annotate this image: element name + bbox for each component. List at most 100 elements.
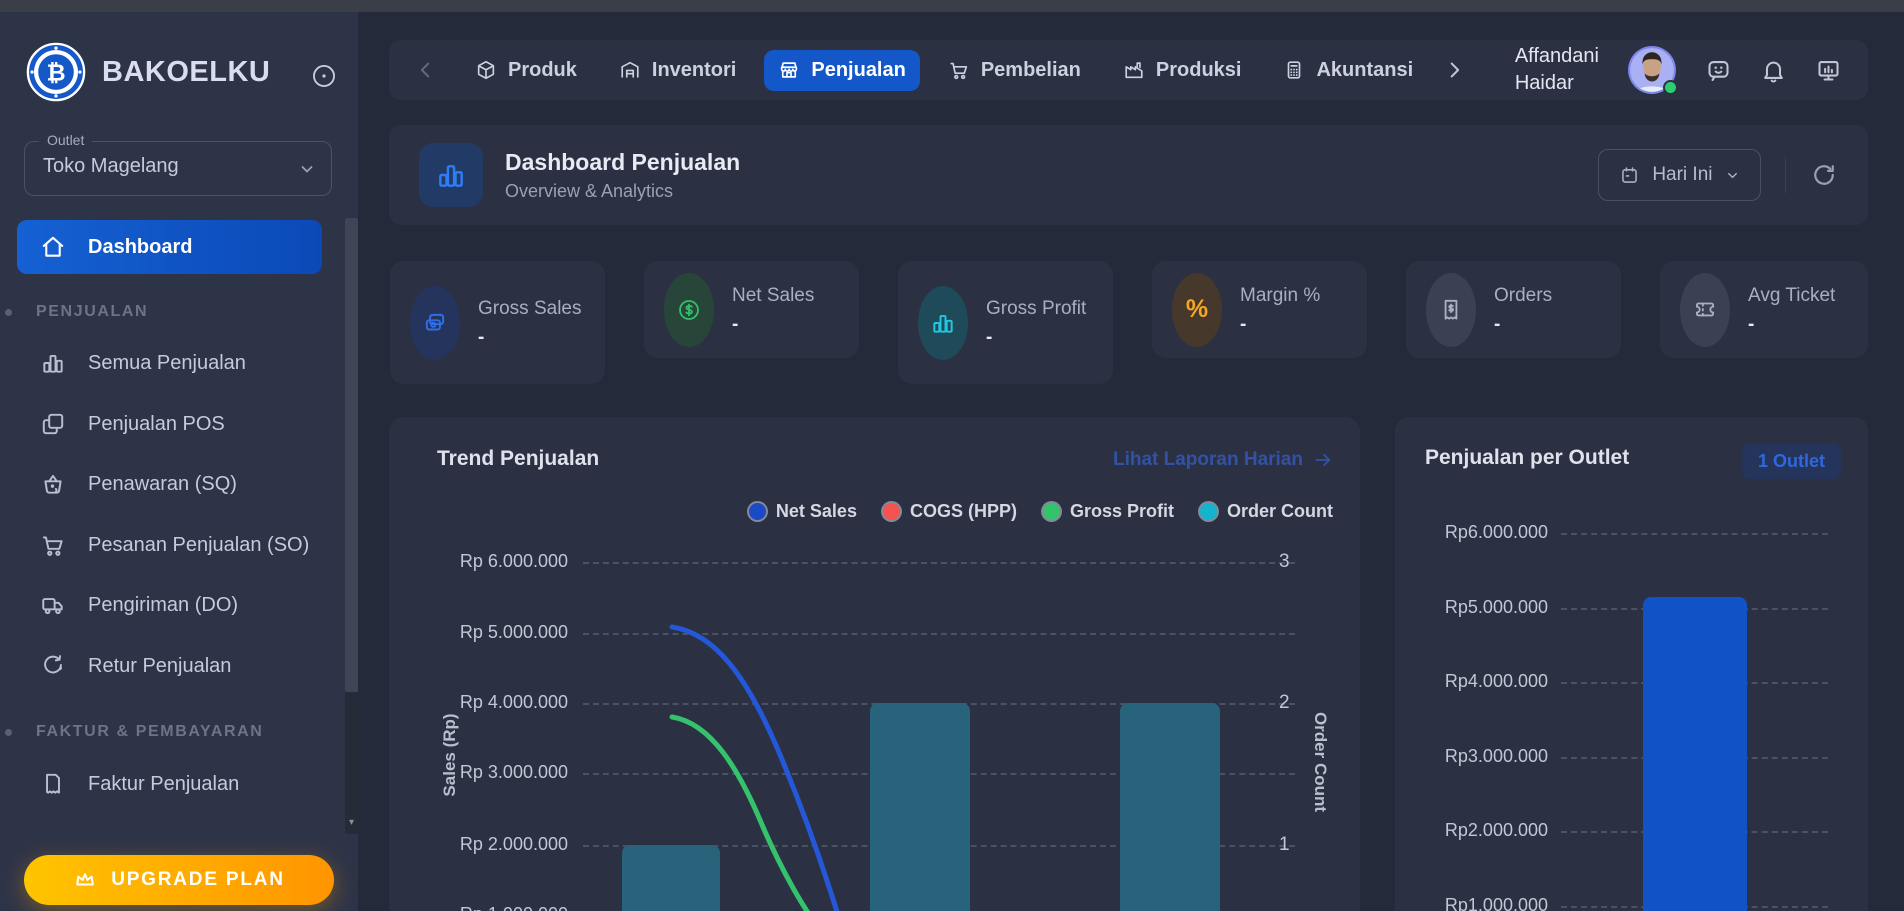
right-axis-tick: 3 bbox=[1279, 551, 1290, 572]
legend-dot bbox=[1200, 503, 1217, 520]
sidebar-item-pengiriman-do[interactable]: Pengiriman (DO) bbox=[17, 583, 322, 627]
kpi-text: Orders - bbox=[1494, 283, 1552, 337]
penjualan-per-outlet-card: Penjualan per Outlet 1 Outlet Rp6.000.00… bbox=[1395, 417, 1868, 911]
chevron-left-icon[interactable] bbox=[415, 59, 437, 81]
bar-chart-icon bbox=[43, 354, 63, 373]
y-tick: Rp 1.000.000 bbox=[408, 904, 568, 911]
chevron-down-icon bbox=[301, 165, 313, 173]
sidebar-scroll-down-button[interactable]: ▾ bbox=[345, 810, 358, 834]
kpi-title: Gross Profit bbox=[986, 297, 1087, 319]
sidebar-item-label: Dashboard bbox=[88, 235, 193, 258]
y-tick: Rp2.000.000 bbox=[1444, 820, 1548, 840]
legend-item-gross-profit[interactable]: Gross Profit bbox=[1042, 501, 1174, 522]
order-count-bar-1[interactable] bbox=[622, 845, 720, 911]
refresh-icon[interactable] bbox=[1810, 161, 1838, 189]
legend-dot bbox=[882, 503, 900, 520]
sidebar-scrollbar-thumb[interactable] bbox=[345, 218, 358, 692]
order-count-bar-3[interactable] bbox=[1120, 703, 1220, 911]
y-tick: Rp3.000.000 bbox=[1444, 746, 1548, 766]
copy-pages-icon bbox=[42, 413, 64, 435]
sidebar-item-label: Pengiriman (DO) bbox=[88, 593, 239, 616]
circle-dot-icon[interactable] bbox=[310, 62, 338, 90]
order-count-bar-2[interactable] bbox=[870, 703, 970, 911]
outlet-sales-bar[interactable] bbox=[1643, 597, 1747, 911]
sidebar-section-penjualan: PENJUALAN bbox=[5, 303, 148, 321]
kpi-card-gross-profit[interactable]: Gross Profit - bbox=[898, 261, 1113, 384]
gridline bbox=[1561, 533, 1828, 535]
cube-icon bbox=[477, 60, 495, 80]
legend-dot bbox=[1042, 503, 1060, 520]
calendar-icon bbox=[1622, 166, 1638, 183]
kpi-card-gross-sales[interactable]: Gross Sales - bbox=[390, 261, 605, 384]
sidebar-item-penawaran-sq[interactable]: Penawaran (SQ) bbox=[17, 462, 322, 506]
tab-akuntansi[interactable]: Akuntansi bbox=[1269, 50, 1427, 91]
kpi-value: - bbox=[478, 327, 485, 349]
monitor-stats-icon[interactable] bbox=[1815, 57, 1842, 84]
sidebar-item-label: Penawaran (SQ) bbox=[88, 472, 237, 495]
bakoelku-logo-icon: ₿ bbox=[26, 42, 86, 102]
chart-legend: Net Sales COGS (HPP) Gross Profit Order … bbox=[748, 501, 1333, 522]
tab-inventori[interactable]: Inventori bbox=[605, 50, 750, 91]
right-axis-tick: 2 bbox=[1279, 692, 1290, 713]
sidebar-item-retur-penjualan[interactable]: Retur Penjualan bbox=[17, 644, 322, 688]
sidebar-item-faktur-penjualan[interactable]: Faktur Penjualan bbox=[17, 762, 322, 806]
tab-penjualan[interactable]: Penjualan bbox=[764, 49, 920, 91]
upgrade-plan-label: UPGRADE PLAN bbox=[111, 869, 285, 890]
chat-feedback-icon[interactable] bbox=[1705, 57, 1732, 84]
sidebar-item-dashboard[interactable]: Dashboard bbox=[17, 220, 322, 274]
legend-item-cogs[interactable]: COGS (HPP) bbox=[882, 501, 1017, 522]
date-filter-button[interactable]: Hari Ini bbox=[1598, 149, 1761, 201]
legend-item-net-sales[interactable]: Net Sales bbox=[748, 501, 857, 522]
tab-produksi[interactable]: Produksi bbox=[1109, 50, 1256, 91]
chart-title: Trend Penjualan bbox=[437, 447, 600, 470]
factory-icon bbox=[1125, 62, 1143, 79]
store-icon bbox=[781, 62, 798, 78]
sidebar-item-penjualan-pos[interactable]: Penjualan POS bbox=[17, 402, 322, 446]
page-header-icon-tile bbox=[419, 143, 483, 207]
truck-icon bbox=[42, 598, 63, 615]
chevron-right-icon[interactable] bbox=[1443, 59, 1465, 81]
avatar[interactable] bbox=[1627, 45, 1678, 95]
kpi-card-net-sales[interactable]: Net Sales - bbox=[644, 261, 859, 358]
user-name: Affandani Haidar bbox=[1514, 45, 1599, 94]
upgrade-plan-button[interactable]: UPGRADE PLAN bbox=[24, 855, 334, 905]
sidebar: ₿ BAKOELKU Outlet Toko Magelang Dashboar… bbox=[0, 12, 358, 911]
tab-pembelian[interactable]: Pembelian bbox=[934, 50, 1095, 91]
bar-chart-icon bbox=[439, 165, 463, 187]
sidebar-item-pesanan-penjualan-so[interactable]: Pesanan Penjualan (SO) bbox=[17, 523, 322, 567]
arrow-right-icon bbox=[1315, 454, 1331, 466]
page-title: Dashboard Penjualan bbox=[505, 148, 741, 175]
sidebar-item-semua-penjualan[interactable]: Semua Penjualan bbox=[17, 341, 322, 385]
brand-row: ₿ BAKOELKU bbox=[26, 42, 270, 102]
bell-icon[interactable] bbox=[1760, 57, 1787, 84]
outlet-value: Toko Magelang bbox=[43, 155, 179, 177]
calculator-icon bbox=[1288, 61, 1301, 79]
invoice-icon bbox=[46, 773, 60, 794]
percent-icon: % bbox=[1172, 272, 1222, 347]
kpi-title: Avg Ticket bbox=[1748, 284, 1836, 306]
legend-item-order-count[interactable]: Order Count bbox=[1200, 501, 1333, 522]
kpi-card-orders[interactable]: Orders - bbox=[1406, 261, 1621, 358]
lihat-laporan-harian-link[interactable]: Lihat Laporan Harian bbox=[1113, 449, 1333, 471]
crown-icon bbox=[76, 873, 94, 886]
user-area: Affandani Haidar bbox=[1515, 43, 1842, 97]
tab-produk[interactable]: Produk bbox=[461, 50, 591, 91]
kpi-card-margin[interactable]: % Margin % - bbox=[1152, 261, 1367, 358]
top-navigation-bar: Produk Inventori Penjualan Pembelian Pro… bbox=[389, 40, 1868, 100]
sidebar-item-label: Faktur Penjualan bbox=[88, 772, 240, 795]
ticket-icon bbox=[1680, 272, 1730, 347]
sidebar-item-label: Retur Penjualan bbox=[88, 654, 232, 677]
page-header-text: Dashboard Penjualan Overview & Analytics bbox=[505, 149, 740, 202]
kpi-text: Net Sales - bbox=[732, 283, 814, 337]
basket-icon bbox=[44, 474, 62, 494]
kpi-card-avg-ticket[interactable]: Avg Ticket - bbox=[1660, 261, 1868, 358]
receipt-icon bbox=[1426, 272, 1476, 347]
sidebar-item-label: Penjualan POS bbox=[88, 412, 225, 435]
kpi-value: - bbox=[1240, 314, 1247, 336]
window-top-strip bbox=[0, 0, 1904, 12]
outlet-selector[interactable]: Outlet Toko Magelang bbox=[24, 132, 332, 196]
kpi-value: - bbox=[1494, 314, 1501, 336]
y-tick: Rp1.000.000 bbox=[1444, 895, 1548, 911]
kpi-title: Gross Sales bbox=[478, 297, 582, 319]
kpi-text: Gross Sales - bbox=[478, 296, 581, 350]
